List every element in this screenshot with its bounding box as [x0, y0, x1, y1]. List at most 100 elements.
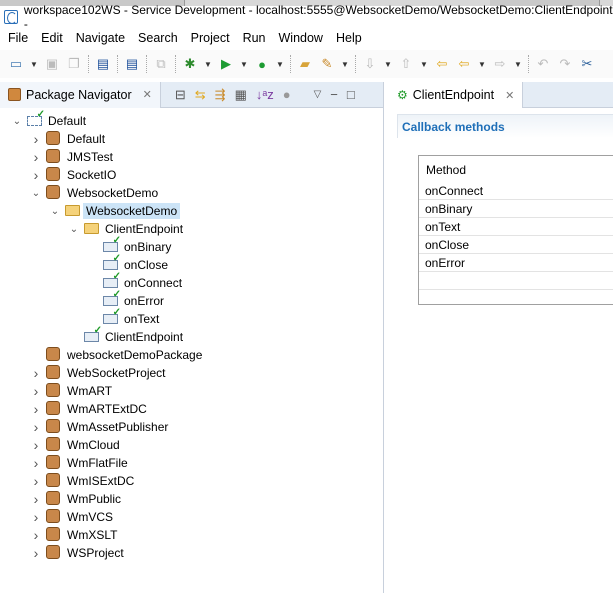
table-row-empty[interactable] [419, 272, 613, 290]
chevron-right-icon[interactable]: › [31, 473, 41, 489]
debug-dropdown[interactable]: ▼ [204, 60, 212, 69]
tree-item[interactable]: › WmARTExtDC [0, 400, 383, 418]
tree-item[interactable]: websocketDemoPackage [0, 346, 383, 364]
cut-icon[interactable]: ✂ [579, 56, 595, 72]
back-dropdown[interactable]: ▼ [478, 60, 486, 69]
close-icon[interactable]: ✕ [143, 88, 152, 101]
menu-file[interactable]: File [8, 31, 28, 45]
run-icon[interactable]: ▶ [218, 56, 234, 72]
collapse-all-icon[interactable]: ⊟ [175, 87, 186, 103]
layout-icon[interactable]: ▦ [235, 87, 247, 103]
tree-item[interactable]: › WmAssetPublisher [0, 418, 383, 436]
chevron-right-icon[interactable]: › [31, 167, 41, 183]
tree-item[interactable]: ⌄ Default [0, 109, 383, 130]
view-menu-icon[interactable]: ▽ [314, 89, 322, 100]
chevron-down-icon[interactable]: ⌄ [31, 188, 41, 199]
tree-item[interactable]: ⌄ ClientEndpoint [0, 220, 383, 238]
prev-annotation-icon[interactable]: ⇧ [398, 56, 414, 72]
redo-icon[interactable]: ↷ [557, 56, 573, 72]
menu-run[interactable]: Run [243, 31, 266, 45]
table-row[interactable]: onError [419, 254, 613, 272]
table-row[interactable]: onBinary [419, 200, 613, 218]
open-folder-icon[interactable]: ▰ [297, 56, 313, 72]
chevron-right-icon[interactable]: › [31, 131, 41, 147]
tree-item[interactable]: onConnect [0, 271, 383, 292]
tree-item[interactable]: › WmVCS [0, 508, 383, 526]
new-dropdown[interactable]: ▼ [30, 60, 38, 69]
table-row[interactable]: onText [419, 218, 613, 236]
tree-item[interactable]: › WmPublic [0, 490, 383, 508]
maximize-icon[interactable]: □ [347, 87, 355, 102]
close-icon[interactable]: ✕ [505, 89, 514, 102]
tree-item[interactable]: › SocketIO [0, 166, 383, 184]
chevron-right-icon[interactable]: › [31, 491, 41, 507]
pen-dropdown[interactable]: ▼ [341, 60, 349, 69]
run-config-icon[interactable]: ● [254, 56, 270, 72]
menu-edit[interactable]: Edit [41, 31, 63, 45]
tree-item[interactable]: onClose [0, 253, 383, 274]
tree-item[interactable]: › WmART [0, 382, 383, 400]
tree-item[interactable]: › WSProject [0, 544, 383, 562]
tab-package-navigator[interactable]: Package Navigator ✕ [0, 81, 161, 108]
sort-az-icon[interactable]: ↓ᵃz [256, 87, 274, 102]
chevron-right-icon[interactable]: › [31, 149, 41, 165]
run-config-dropdown[interactable]: ▼ [276, 60, 284, 69]
tree-item[interactable]: onText [0, 307, 383, 328]
chevron-right-icon[interactable]: › [31, 383, 41, 399]
chevron-right-icon[interactable]: › [31, 365, 41, 381]
prev-annotation-dropdown[interactable]: ▼ [420, 60, 428, 69]
debug-icon[interactable]: ✱ [182, 56, 198, 72]
chevron-right-icon[interactable]: › [31, 401, 41, 417]
chevron-down-icon[interactable]: ⌄ [69, 224, 79, 235]
tree-item[interactable]: › JMSTest [0, 148, 383, 166]
tree-item[interactable]: › WmCloud [0, 436, 383, 454]
chevron-right-icon[interactable]: › [31, 437, 41, 453]
tree-item[interactable]: ⌄ WebsocketDemo [0, 202, 383, 220]
tree-item[interactable]: › WebSocketProject [0, 364, 383, 382]
menu-help[interactable]: Help [336, 31, 362, 45]
next-annotation-icon[interactable]: ⇩ [362, 56, 378, 72]
tree-item[interactable]: › Default [0, 130, 383, 148]
tree-item[interactable]: onBinary [0, 235, 383, 256]
menu-navigate[interactable]: Navigate [76, 31, 125, 45]
tree-item[interactable]: › WmISExtDC [0, 472, 383, 490]
monitor-icon[interactable]: ▤ [95, 56, 111, 72]
column-header-method[interactable]: Method [419, 156, 613, 182]
last-edit-icon[interactable]: ⇦ [434, 56, 450, 72]
chevron-right-icon[interactable]: › [31, 455, 41, 471]
server-icon[interactable]: ▤ [124, 56, 140, 72]
section-title[interactable]: Callback methods [397, 114, 613, 138]
forward-dropdown[interactable]: ▼ [514, 60, 522, 69]
chevron-right-icon[interactable]: › [31, 509, 41, 525]
save-all-icon[interactable]: ❐ [66, 56, 82, 72]
chevron-down-icon[interactable]: ⌄ [50, 206, 60, 217]
link-editor-icon[interactable]: ⇆ [195, 87, 206, 103]
chevron-right-icon[interactable]: › [31, 545, 41, 561]
tree-item[interactable]: › WmXSLT [0, 526, 383, 544]
filter-icon[interactable]: ⇶ [215, 87, 226, 103]
run-dropdown[interactable]: ▼ [240, 60, 248, 69]
menu-window[interactable]: Window [279, 31, 323, 45]
tree-item[interactable]: onError [0, 289, 383, 310]
undo-icon[interactable]: ↶ [535, 56, 551, 72]
tab-client-endpoint[interactable]: ⚙ ClientEndpoint ✕ [389, 82, 524, 108]
forward-icon[interactable]: ⇨ [492, 56, 508, 72]
pen-icon[interactable]: ✎ [319, 56, 335, 72]
menu-search[interactable]: Search [138, 31, 178, 45]
minimize-icon[interactable]: − [330, 87, 338, 102]
next-annotation-dropdown[interactable]: ▼ [384, 60, 392, 69]
new-icon[interactable]: ▭ [8, 56, 24, 72]
back-icon[interactable]: ⇦ [456, 56, 472, 72]
chevron-right-icon[interactable]: › [31, 527, 41, 543]
menu-project[interactable]: Project [191, 31, 230, 45]
tree-item[interactable]: › WmFlatFile [0, 454, 383, 472]
chevron-right-icon[interactable]: › [31, 419, 41, 435]
compare-icon[interactable]: ⧉ [153, 56, 169, 72]
chevron-down-icon[interactable]: ⌄ [12, 116, 22, 127]
tree-item[interactable]: ClientEndpoint [0, 325, 383, 346]
play-icon[interactable]: ● [283, 87, 291, 102]
tree-item[interactable]: ⌄ WebsocketDemo [0, 184, 383, 202]
table-row[interactable]: onConnect [419, 182, 613, 200]
table-row[interactable]: onClose [419, 236, 613, 254]
save-icon[interactable]: ▣ [44, 56, 60, 72]
